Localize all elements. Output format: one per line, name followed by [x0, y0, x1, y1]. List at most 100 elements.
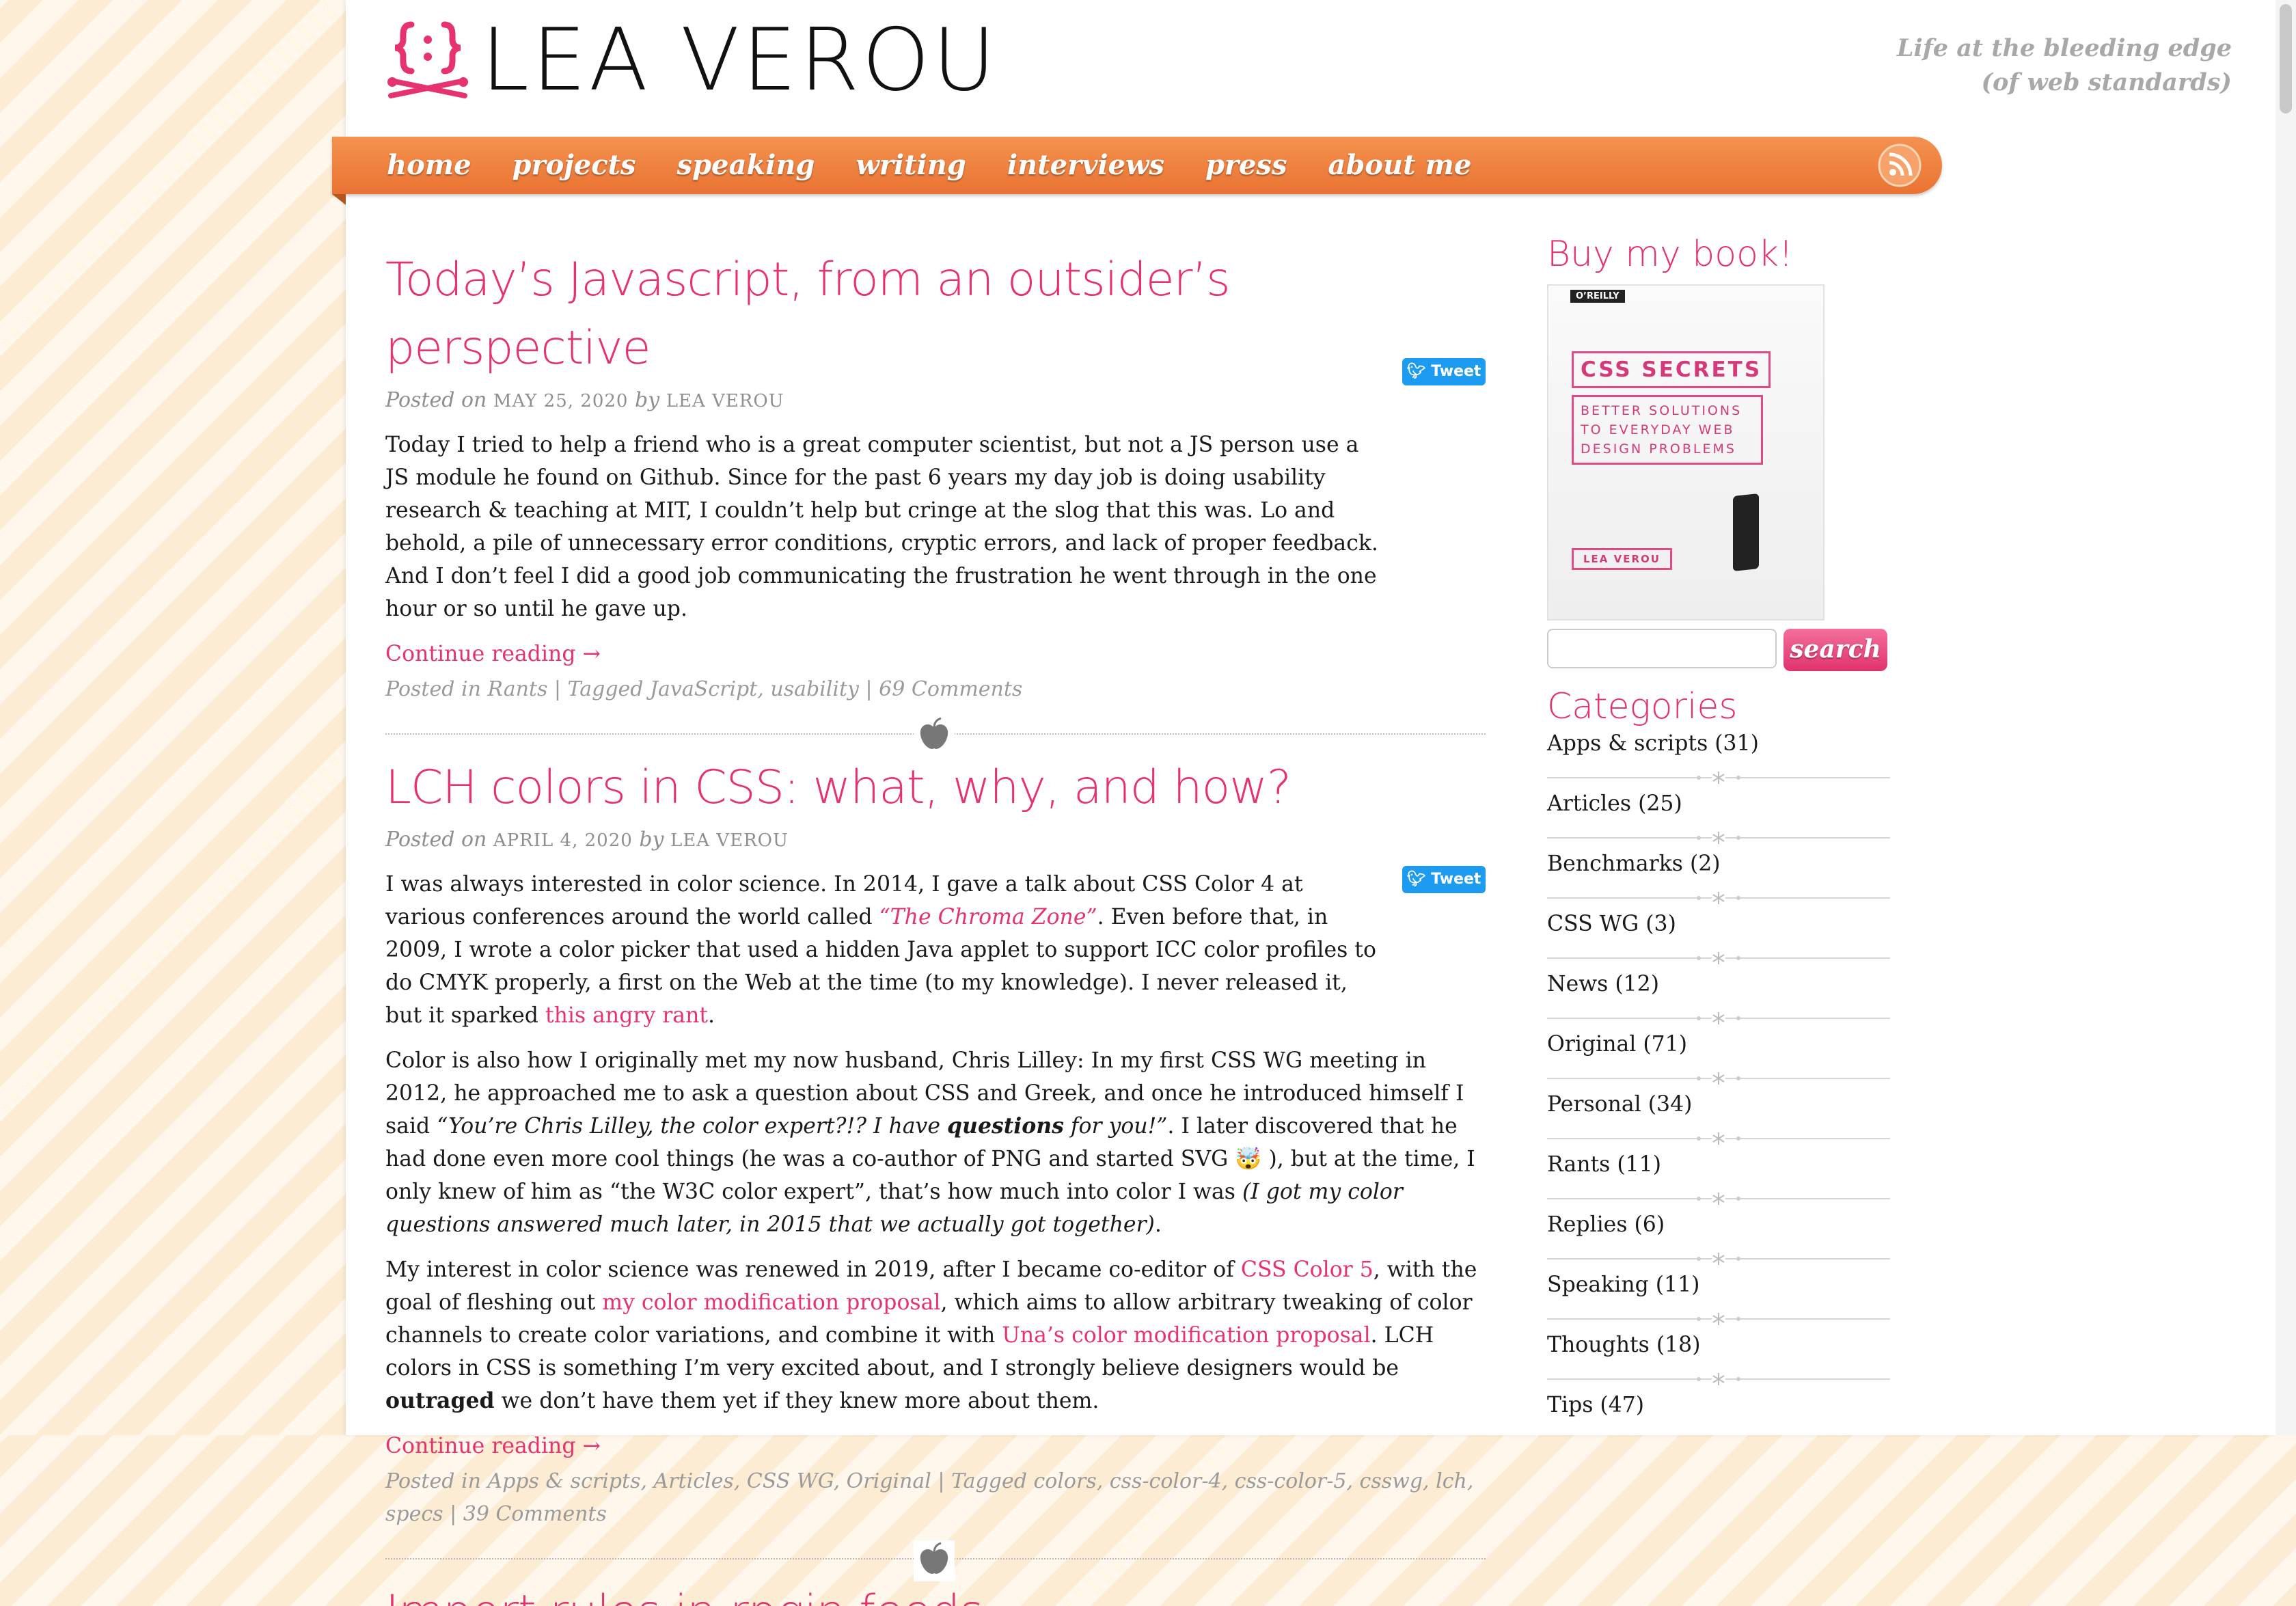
post-author[interactable]: LEA VEROU: [670, 830, 789, 851]
snowflake-divider-icon: [1547, 771, 1890, 785]
post-author[interactable]: LEA VEROU: [666, 391, 784, 411]
category-label[interactable]: Articles (25): [1547, 791, 1682, 816]
book-title: CSS SECRETS: [1581, 357, 1762, 382]
post-excerpt: Today I tried to help a friend who is a …: [385, 433, 1378, 621]
una-proposal-link[interactable]: Una’s color modification proposal: [1002, 1323, 1370, 1348]
tagline-line-1: Life at the bleeding edge: [1896, 34, 2232, 62]
category-label[interactable]: Benchmarks (2): [1547, 852, 1721, 876]
post-divider: [385, 1538, 1486, 1581]
site-title[interactable]: LEA VEROU: [481, 12, 998, 108]
snowflake-divider-icon: [1547, 1372, 1890, 1386]
snowflake-divider-icon: [1547, 891, 1890, 905]
nav-item-about-me[interactable]: about me: [1328, 137, 1471, 194]
angry-rant-link[interactable]: this angry rant: [545, 1003, 708, 1028]
book-cover[interactable]: O’REILLY CSS SECRETS BETTER SOLUTIONS TO…: [1547, 284, 1824, 621]
apple-ornament-icon: [914, 1540, 955, 1581]
category-label[interactable]: Thoughts (18): [1547, 1333, 1701, 1357]
category-item[interactable]: Speaking (11): [1547, 1270, 1890, 1330]
scrollbar-thumb[interactable]: [2280, 4, 2292, 113]
book-heading: Buy my book!: [1547, 234, 1793, 275]
css-color-5-link[interactable]: CSS Color 5: [1241, 1257, 1374, 1282]
post-date[interactable]: MAY 25, 2020: [493, 391, 629, 411]
search-form: search: [1547, 629, 1890, 671]
snowflake-divider-icon: [1547, 1252, 1890, 1266]
tweet-label: Tweet: [1431, 363, 1481, 380]
post-date[interactable]: APRIL 4, 2020: [493, 830, 633, 851]
snowflake-divider-icon: [1547, 1192, 1890, 1206]
post-divider: [385, 713, 1486, 757]
post-meta: Posted on MAY 25, 2020 by LEA VEROU: [385, 385, 1486, 416]
category-item[interactable]: Original (71): [1547, 1029, 1890, 1089]
main-content: Today’s Javascript, from an outsider’s p…: [385, 246, 1486, 1606]
tweet-button[interactable]: 🐦︎ Tweet: [1402, 866, 1486, 893]
nav-item-writing[interactable]: writing: [856, 137, 966, 194]
post: Today’s Javascript, from an outsider’s p…: [385, 246, 1486, 757]
book-author-box: LEA VEROU: [1572, 548, 1672, 570]
apple-ornament-icon: [914, 716, 955, 757]
tagline-line-2: (of web standards): [1981, 68, 2232, 96]
category-item[interactable]: Tips (47): [1547, 1390, 1890, 1450]
rss-icon[interactable]: [1878, 144, 1922, 187]
category-label[interactable]: CSS WG (3): [1547, 912, 1676, 936]
book-author: LEA VEROU: [1583, 553, 1660, 565]
tweet-button[interactable]: 🐦︎ Tweet: [1402, 358, 1486, 385]
nav-item-projects[interactable]: projects: [512, 137, 636, 194]
logo-icon[interactable]: [385, 19, 470, 104]
book-phone-image: [1733, 493, 1759, 571]
color-modification-proposal-link[interactable]: my color modification proposal: [602, 1290, 940, 1315]
categories-list: Apps & scripts (31) Articles (25) Benchmar…: [1547, 729, 1890, 1450]
category-label[interactable]: Original (71): [1547, 1032, 1687, 1057]
continue-reading-link[interactable]: Continue reading →: [385, 639, 1486, 669]
posted-on-label: Posted on: [385, 388, 487, 412]
book-title-box: CSS SECRETS: [1572, 351, 1771, 388]
search-button[interactable]: search: [1784, 629, 1887, 671]
snowflake-divider-icon: [1547, 1072, 1890, 1085]
category-item[interactable]: Replies (6): [1547, 1210, 1890, 1270]
category-label[interactable]: News (12): [1547, 972, 1659, 996]
continue-reading-link[interactable]: Continue reading →: [385, 1431, 1486, 1461]
categories-heading: Categories: [1547, 686, 1738, 727]
search-input[interactable]: [1547, 629, 1777, 668]
post-meta: Posted on APRIL 4, 2020 by LEA VEROU: [385, 825, 1486, 856]
book-subtitle-box: BETTER SOLUTIONS TO EVERYDAY WEB DESIGN …: [1572, 395, 1763, 465]
posted-on-label: Posted on: [385, 828, 487, 852]
category-label[interactable]: Rants (11): [1547, 1152, 1661, 1177]
category-item[interactable]: Benchmarks (2): [1547, 849, 1890, 909]
by-label: by: [635, 388, 660, 412]
post-footer: Posted in Rants | Tagged JavaScript, usa…: [385, 677, 1023, 701]
nav-item-interviews[interactable]: interviews: [1007, 137, 1164, 194]
post-paragraph-3: My interest in color science was renewed…: [385, 1257, 1477, 1413]
snowflake-divider-icon: [1547, 831, 1890, 845]
scrollbar[interactable]: [2276, 0, 2296, 1435]
nav-item-speaking[interactable]: speaking: [677, 137, 815, 194]
category-label[interactable]: Replies (6): [1547, 1212, 1665, 1237]
category-item[interactable]: Rants (11): [1547, 1149, 1890, 1210]
category-label[interactable]: Speaking (11): [1547, 1272, 1699, 1297]
chroma-zone-link[interactable]: “The Chroma Zone”: [879, 905, 1097, 929]
page: LEA VEROU Life at the bleeding edge (of …: [332, 0, 2276, 1606]
sidebar: Buy my book! O’REILLY CSS SECRETS BETTER…: [1547, 232, 1890, 1450]
category-label[interactable]: Personal (34): [1547, 1092, 1692, 1117]
category-label[interactable]: Tips (47): [1547, 1393, 1644, 1417]
main-nav: home projects speaking writing interview…: [332, 137, 1942, 194]
tweet-label: Tweet: [1431, 871, 1481, 888]
next-post-title[interactable]: Import rules in rpgin feeds: [385, 1579, 1486, 1606]
snowflake-divider-icon: [1547, 1011, 1890, 1025]
post-title[interactable]: Today’s Javascript, from an outsider’s p…: [385, 246, 1486, 383]
publisher-logo: O’REILLY: [1570, 290, 1625, 303]
category-item[interactable]: CSS WG (3): [1547, 909, 1890, 969]
category-item[interactable]: News (12): [1547, 969, 1890, 1029]
post-paragraph-1: I was always interested in color science…: [385, 872, 1376, 1028]
nav-item-home[interactable]: home: [387, 137, 472, 194]
post-footer: Posted in Apps & scripts, Articles, CSS …: [385, 1469, 1474, 1526]
snowflake-divider-icon: [1547, 1312, 1890, 1326]
nav-item-press[interactable]: press: [1205, 137, 1287, 194]
post-title[interactable]: LCH colors in CSS: what, why, and how?: [385, 754, 1486, 822]
category-item[interactable]: Thoughts (18): [1547, 1330, 1890, 1390]
post-paragraph-2: Color is also how I originally met my no…: [385, 1048, 1475, 1237]
category-item[interactable]: Personal (34): [1547, 1089, 1890, 1149]
book-subtitle-line: DESIGN PROBLEMS: [1581, 441, 1736, 457]
category-item[interactable]: Articles (25): [1547, 789, 1890, 849]
category-label[interactable]: Apps & scripts (31): [1547, 731, 1759, 756]
category-item[interactable]: Apps & scripts (31): [1547, 729, 1890, 789]
